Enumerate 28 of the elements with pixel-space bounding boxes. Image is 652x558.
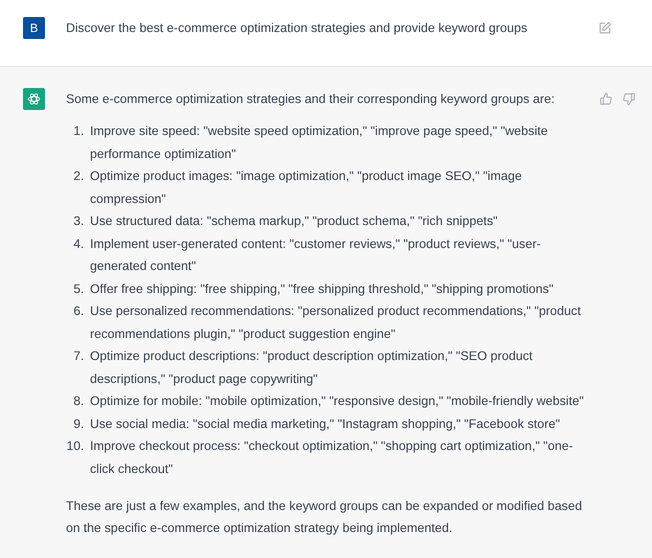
list-item-text: Improve site speed: "website speed optimization," "improve page speed," "website performance optimization" [90, 123, 549, 163]
list-number: 8. [72, 393, 84, 410]
list-item-text: Use structured data: "schema markup," "product schema," "rich snippets" [90, 213, 499, 230]
list-number: 1. [72, 123, 84, 140]
thumbs-down-icon[interactable] [622, 92, 636, 106]
list-item-text: Use social media: "social media marketing," "Instagram shopping," "Facebook store" [90, 416, 561, 433]
list-number: 3. [72, 213, 84, 230]
list-number: 9. [72, 416, 84, 432]
assistant-intro: Some e-commerce optimization strategies and their corresponding keyword groups are: [66, 91, 556, 108]
edit-icon[interactable] [598, 21, 612, 35]
list-number: 4. [72, 236, 84, 252]
list-item-text: Optimize for mobile: "mobile optimization," "responsive design," "mobile-friendly website" [90, 393, 585, 410]
list-number: 5. [72, 280, 84, 298]
list-number: 7. [72, 348, 84, 365]
list-item-text: Implement user-generated content: "customer reviews," "product reviews," "user-generated content" [90, 236, 542, 275]
list-item-text: Optimize product images: "image optimization," "product image SEO," "image compression" [90, 168, 523, 208]
list-number: 6. [72, 303, 84, 320]
list-number: 10. [66, 438, 84, 455]
assistant-conclusion: These are just a few examples, and the keyword groups can be expanded or modified based on the specific e-commerce optimization strategy being implemented. [66, 498, 583, 537]
assistant-avatar [23, 88, 45, 110]
user-message: Discover the best e-commerce optimization strategies and provide keyword groups [66, 20, 528, 37]
list-item-text: Offer free shipping: "free shipping," "free shipping threshold," "shipping promotions" [90, 280, 554, 298]
thumbs-up-icon[interactable] [599, 92, 613, 106]
list-item-text: Improve checkout process: "checkout optimization," "shopping cart optimization," "one-click checkout" [90, 438, 574, 478]
list-number: 2. [72, 168, 84, 185]
list-item-text: Use personalized recommendations: "personalized product recommendations," "product recommendations plugin," "product suggestion engine" [90, 303, 582, 343]
user-avatar: B [23, 17, 45, 39]
list-item-text: Optimize product descriptions: "product description optimization," "SEO product descriptions," "product page copywriting" [90, 348, 534, 388]
